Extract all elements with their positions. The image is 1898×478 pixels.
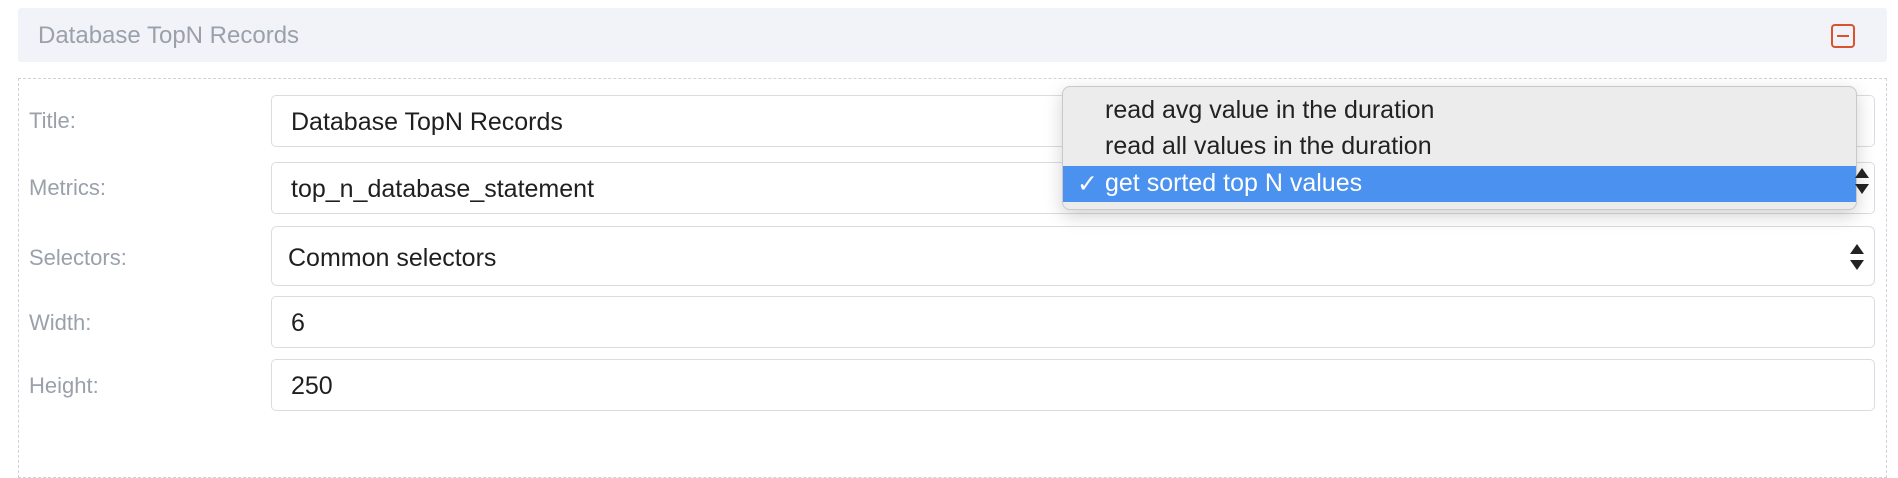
metrics-label: Metrics: bbox=[29, 175, 106, 200]
dropdown-option-label: read all values in the duration bbox=[1105, 132, 1432, 160]
selectors-select[interactable]: Common selectors bbox=[271, 226, 1875, 286]
selectors-select-value: Common selectors bbox=[288, 244, 497, 272]
dropdown-option[interactable]: read all values in the duration bbox=[1063, 129, 1856, 165]
collapse-icon[interactable] bbox=[1831, 24, 1855, 48]
dropdown-option-selected[interactable]: ✓ get sorted top N values bbox=[1063, 166, 1856, 202]
height-input[interactable]: 250 bbox=[271, 359, 1875, 411]
width-input[interactable]: 6 bbox=[271, 296, 1875, 348]
width-label: Width: bbox=[29, 310, 92, 335]
dropdown-option-label: read avg value in the duration bbox=[1105, 96, 1435, 124]
height-label: Height: bbox=[29, 373, 99, 398]
title-input-value: Database TopN Records bbox=[291, 108, 563, 136]
height-input-value: 250 bbox=[291, 372, 333, 400]
width-input-value: 6 bbox=[291, 309, 305, 337]
panel-title: Database TopN Records bbox=[38, 22, 300, 49]
panel-header: Database TopN Records bbox=[18, 8, 1887, 62]
metric-type-dropdown[interactable]: read avg value in the duration read all … bbox=[1062, 86, 1857, 210]
metrics-input-value: top_n_database_statement bbox=[291, 175, 595, 203]
checkmark-icon: ✓ bbox=[1077, 170, 1098, 198]
dropdown-option-label: get sorted top N values bbox=[1105, 169, 1363, 197]
minus-icon bbox=[1837, 35, 1849, 37]
title-label: Title: bbox=[29, 108, 76, 133]
dropdown-arrows-icon bbox=[1855, 168, 1869, 194]
dropdown-option[interactable]: read avg value in the duration bbox=[1063, 93, 1856, 129]
selectors-label: Selectors: bbox=[29, 245, 127, 270]
select-arrows-icon bbox=[1850, 244, 1864, 270]
